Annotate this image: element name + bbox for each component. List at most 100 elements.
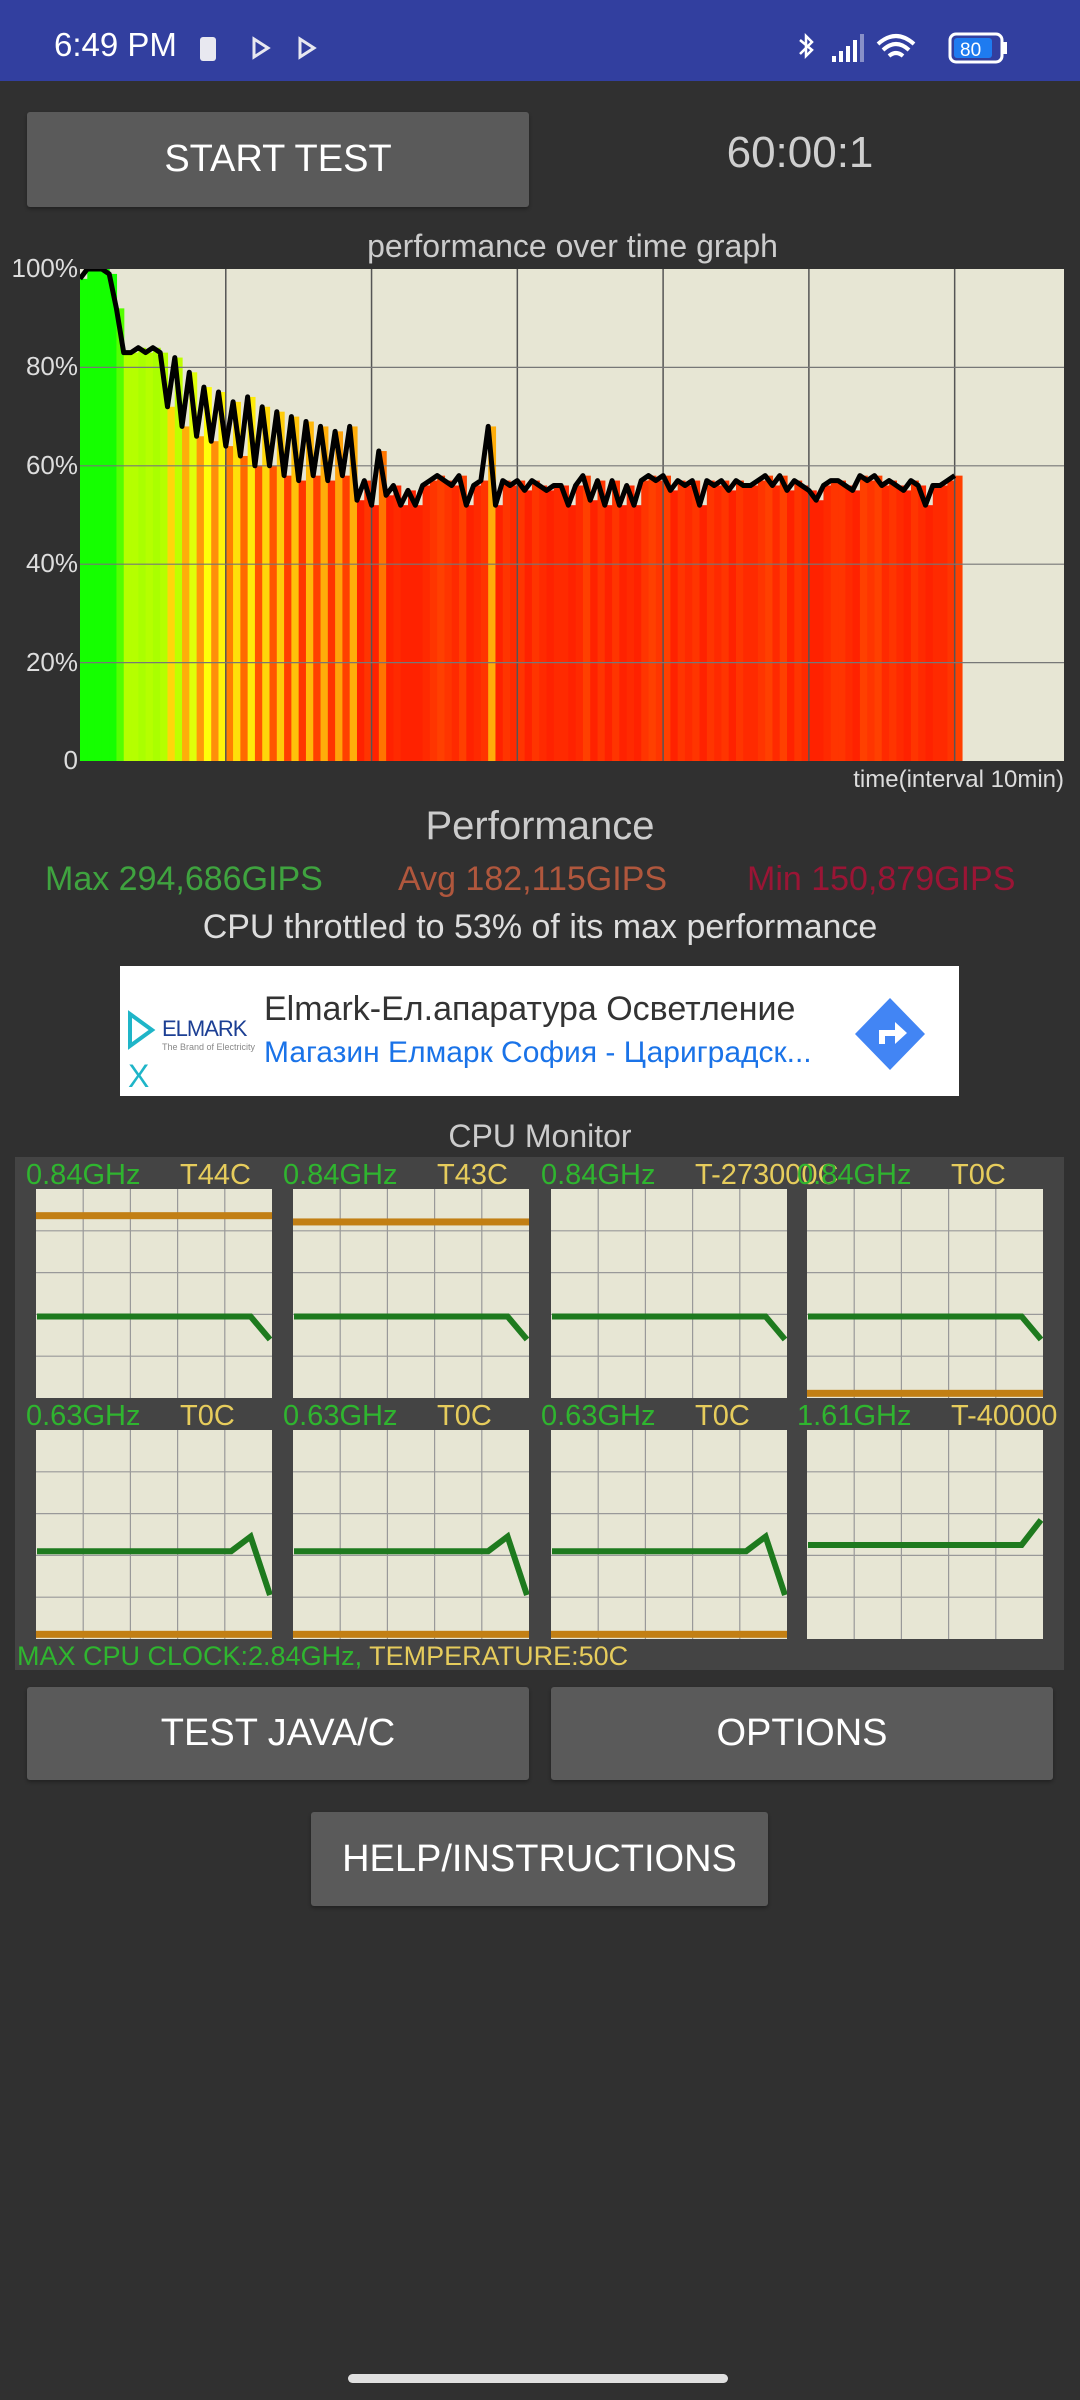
performance-bar (400, 505, 409, 761)
performance-bar (313, 475, 322, 761)
performance-bar (182, 426, 190, 761)
help-instructions-button[interactable]: HELP/INSTRUCTIONS (311, 1812, 768, 1906)
performance-bar (816, 500, 825, 761)
avg-performance: Avg 182,115GIPS (398, 860, 668, 898)
performance-bar (677, 480, 686, 761)
frequency-line (552, 1313, 787, 1342)
performance-bar (437, 475, 446, 761)
max-performance: Max 294,686GIPS (45, 860, 323, 898)
performance-bar (371, 505, 380, 761)
performance-bar (335, 431, 343, 761)
temperature-line (293, 1218, 529, 1226)
x-axis-label: time(interval 10min) (853, 766, 1064, 793)
temperature-line (36, 1212, 272, 1220)
core-frequency: 0.84GHz (541, 1159, 656, 1191)
performance-bar (502, 480, 511, 761)
performance-bar (765, 475, 774, 761)
performance-bar (568, 505, 577, 761)
performance-bar (910, 480, 919, 761)
ad-close-icon[interactable]: X (128, 1058, 149, 1095)
performance-bar (619, 505, 628, 761)
core-frequency: 0.63GHz (541, 1400, 656, 1432)
performance-bar (94, 269, 103, 761)
core-frequency: 0.63GHz (26, 1400, 141, 1432)
core-frequency: 0.84GHz (797, 1159, 912, 1191)
core-temperature: T0C (695, 1400, 750, 1432)
ad-title[interactable]: Elmark-Ел.апаратура Осветление (264, 990, 795, 1029)
performance-bar (415, 505, 424, 761)
test-java-c-button[interactable]: TEST JAVA/C (27, 1687, 529, 1780)
core-frequency: 1.61GHz (797, 1400, 912, 1432)
performance-bar (750, 485, 759, 761)
performance-bar (787, 490, 795, 761)
ad-logo: ELMARK (162, 1016, 247, 1041)
performance-bar (524, 490, 533, 761)
core-graph (807, 1189, 1043, 1398)
core-frequency: 0.84GHz (26, 1159, 141, 1191)
performance-bar (123, 352, 132, 761)
frequency-line (294, 1531, 529, 1597)
performance-bar (145, 352, 154, 761)
start-test-button[interactable]: START TEST (27, 112, 529, 207)
directions-icon[interactable] (855, 998, 925, 1070)
performance-bar (663, 475, 671, 761)
performance-bar (808, 490, 817, 761)
performance-bar (779, 475, 788, 761)
performance-bar (932, 485, 941, 761)
ad-subtitle[interactable]: Магазин Елмарк София - Цариградск... (264, 1036, 812, 1070)
performance-bar (422, 485, 431, 761)
performance-bar (517, 480, 526, 761)
temperature-line (36, 1630, 272, 1638)
min-performance: Min 150,879GIPS (747, 860, 1016, 898)
throttle-summary: CPU throttled to 53% of its max performa… (202, 908, 878, 946)
performance-bar (495, 505, 504, 761)
y-tick-label: 80% (25, 351, 78, 382)
frequency-line (37, 1531, 272, 1597)
ad-banner[interactable]: ELMARK The Brand of Electricity X Elmark… (120, 966, 959, 1096)
performance-bar (838, 480, 846, 761)
performance-bar (823, 485, 832, 761)
performance-bar (867, 480, 876, 761)
core-frequency: 0.84GHz (283, 1159, 398, 1191)
performance-bar (925, 505, 934, 761)
chart-title: performance over time graph (367, 228, 778, 264)
performance-bar (736, 480, 744, 761)
performance-bar (356, 500, 365, 761)
frequency-line (808, 1518, 1043, 1548)
performance-bar (881, 485, 890, 761)
performance-bar (451, 485, 460, 761)
performance-bar (546, 490, 555, 761)
battery-level: 80 (960, 40, 981, 61)
core-graph (36, 1189, 272, 1398)
core-graph (807, 1430, 1043, 1639)
wifi-icon (876, 34, 916, 58)
home-indicator[interactable] (348, 2374, 728, 2383)
options-button[interactable]: OPTIONS (551, 1687, 1053, 1780)
performance-bar (152, 347, 161, 761)
system-icons: 80 (799, 32, 1007, 64)
core-graph (293, 1189, 529, 1398)
timer-readout: 60:00:1 (726, 128, 874, 177)
core-frequency: 0.63GHz (283, 1400, 398, 1432)
performance-bar (903, 490, 912, 761)
play-store-icon (298, 36, 317, 60)
performance-bar (531, 480, 540, 761)
cpu-monitor-footer: MAX CPU CLOCK:2.84GHz, TEMPERATURE:50C (17, 1641, 628, 1670)
performance-bar (466, 505, 475, 761)
core-temperature: T44C (180, 1159, 251, 1191)
performance-bar (269, 465, 278, 761)
performance-bar (670, 490, 679, 761)
performance-bar (889, 480, 897, 761)
performance-bar (131, 352, 139, 761)
cpu-monitor-panel: 0.84GHz T44C 0.84GHz T43C 0.84GHz T-273000C 0.… (15, 1157, 1064, 1670)
performance-bar (699, 505, 708, 761)
performance-bar (225, 446, 234, 761)
core-temperature: T-40000 (951, 1400, 1058, 1432)
frequency-line (808, 1313, 1043, 1342)
core-temperature: T0C (180, 1400, 235, 1432)
performance-bar (633, 505, 642, 761)
play-store-icon (252, 36, 271, 60)
notification-icons (200, 36, 317, 61)
performance-bar (101, 269, 110, 761)
performance-bar (284, 475, 292, 761)
